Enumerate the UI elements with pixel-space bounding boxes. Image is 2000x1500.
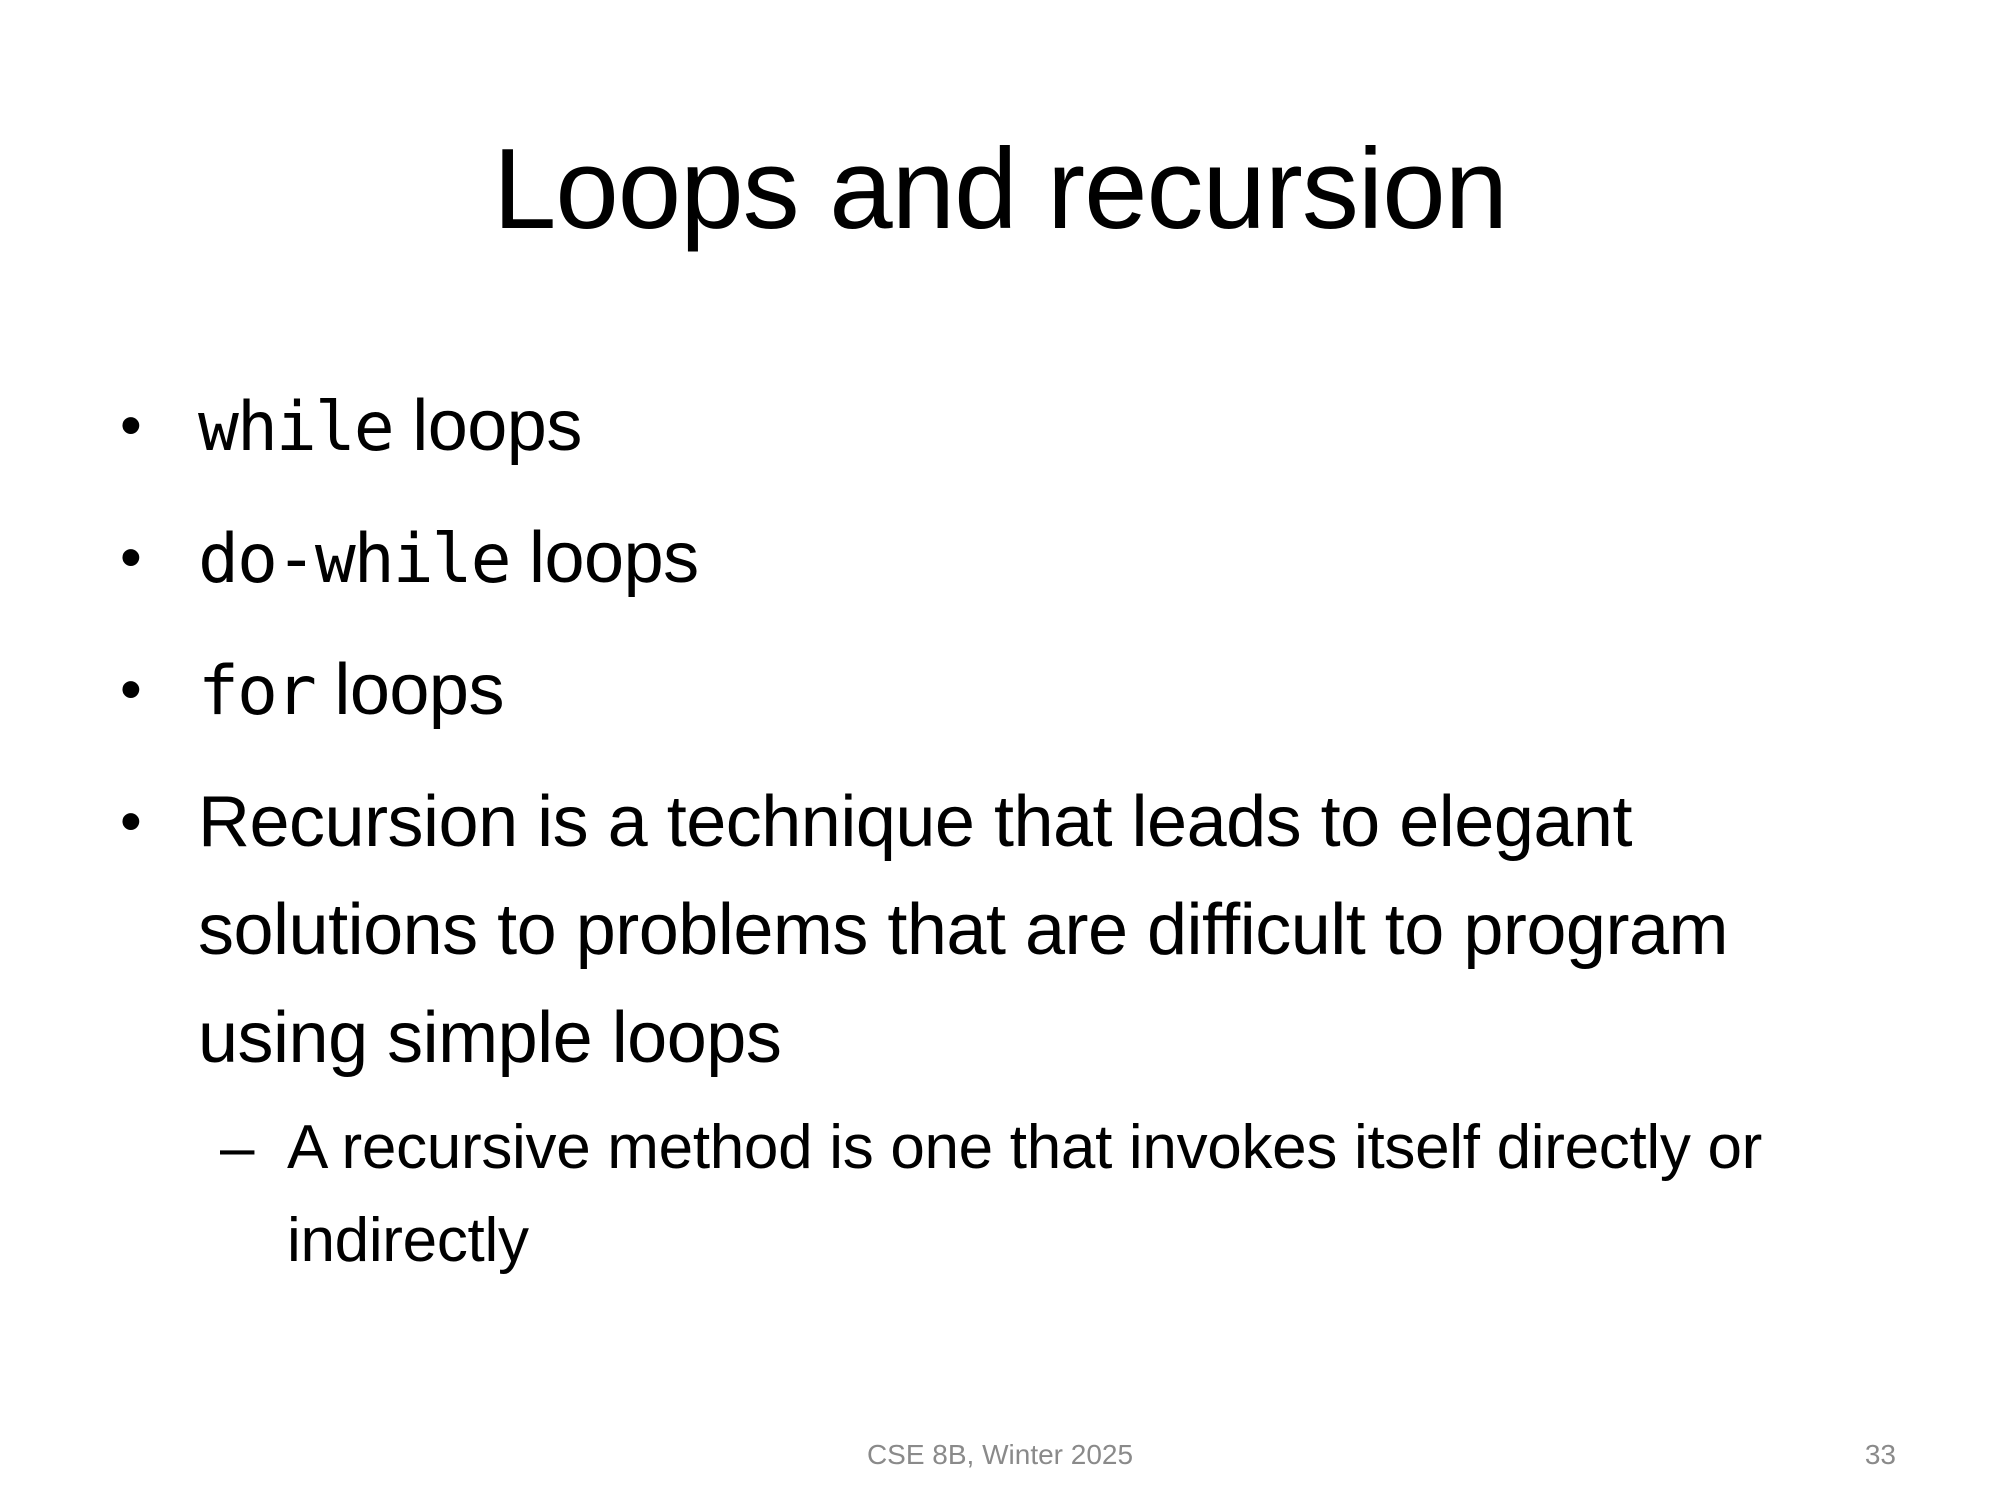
- sub-bullet-dash: –: [220, 1113, 255, 1182]
- sub-bullet-text: A recursive method is one that invokes i…: [287, 1113, 1763, 1275]
- page-number: 33: [1864, 1439, 1896, 1470]
- bullet-text: loops: [509, 518, 699, 598]
- sub-bullet-recursive-method: – A recursive method is one that invokes…: [220, 1101, 1787, 1287]
- bullet-for-loops: • for loops: [120, 636, 1900, 746]
- slide-content: • while loops • do-while loops • for loo…: [120, 372, 1900, 1114]
- code-keyword-for: for: [198, 652, 317, 731]
- bullet-dot: •: [120, 787, 142, 856]
- code-keyword-do-while: do-while: [198, 520, 512, 599]
- bullet-text: loops: [314, 650, 504, 730]
- code-keyword-while: while: [198, 388, 395, 467]
- bullet-recursion: • Recursion is a technique that leads to…: [120, 768, 1900, 1092]
- bullet-while-loops: • while loops: [120, 372, 1900, 482]
- bullet-text: loops: [392, 386, 582, 466]
- bullet-dot: •: [120, 523, 142, 592]
- slide: Loops and recursion • while loops • do-w…: [0, 0, 2000, 1500]
- bullet-dot: •: [120, 391, 142, 460]
- bullet-text: Recursion is a technique that leads to e…: [198, 782, 1728, 1078]
- slide-title: Loops and recursion: [492, 126, 1508, 253]
- footer-course: CSE 8B, Winter 2025: [866, 1439, 1134, 1470]
- bullet-do-while-loops: • do-while loops: [120, 504, 1900, 614]
- bullet-dot: •: [120, 655, 142, 724]
